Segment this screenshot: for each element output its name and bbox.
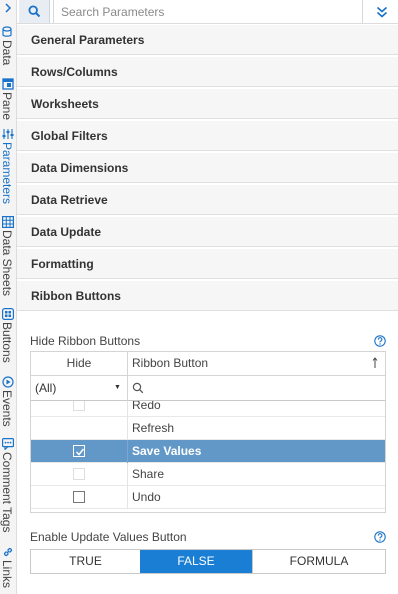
hide-cell bbox=[31, 401, 128, 417]
hide-filter-dropdown[interactable]: (All) ▼ bbox=[31, 376, 128, 401]
side-tab-data-sheets[interactable]: Data Sheets bbox=[0, 216, 17, 302]
ribbon-button-name: Redo bbox=[132, 401, 161, 412]
side-tab-links[interactable]: Links bbox=[0, 546, 17, 594]
table-row[interactable]: Share bbox=[31, 463, 385, 486]
side-tab-buttons-label: Buttons bbox=[0, 322, 14, 363]
links-icon bbox=[2, 546, 14, 558]
hide-cell bbox=[31, 417, 128, 440]
hide-cell bbox=[31, 486, 128, 509]
option-true-button[interactable]: TRUE bbox=[31, 550, 140, 573]
side-tab-pane[interactable]: Pane bbox=[0, 78, 17, 122]
ribbon-button-name: Save Values bbox=[132, 444, 202, 458]
section-general-parameters[interactable]: General Parameters bbox=[17, 24, 398, 55]
data-sheets-icon bbox=[2, 216, 15, 229]
sort-ascending-icon[interactable] bbox=[372, 357, 378, 369]
side-tab-parameters[interactable]: Parameters bbox=[0, 128, 17, 212]
ribbon-button-name: Undo bbox=[132, 490, 161, 504]
parameters-icon bbox=[2, 128, 14, 140]
option-false-button[interactable]: FALSE bbox=[140, 550, 252, 573]
column-header-hide[interactable]: Hide bbox=[31, 352, 128, 376]
section-rows-columns[interactable]: Rows/Columns bbox=[17, 56, 398, 87]
column-header-ribbon-button[interactable]: Ribbon Button bbox=[128, 352, 385, 376]
help-icon[interactable] bbox=[374, 531, 386, 543]
table-row[interactable]: Undo bbox=[31, 486, 385, 509]
hide-checkbox-checked[interactable] bbox=[73, 445, 85, 457]
checkmark-icon bbox=[75, 448, 85, 456]
hide-cell bbox=[31, 463, 128, 486]
table-row-selected[interactable]: Save Values bbox=[31, 440, 385, 463]
option-formula-button[interactable]: FORMULA bbox=[252, 550, 385, 573]
hide-checkbox[interactable] bbox=[73, 491, 85, 503]
hide-ribbon-buttons-label: Hide Ribbon Buttons bbox=[30, 334, 141, 348]
ribbon-button-filter-input[interactable] bbox=[128, 376, 385, 401]
ribbon-buttons-grid: Hide Ribbon Button (All) ▼ Redo Refresh bbox=[30, 351, 386, 513]
side-tab-comment-tags-label: Comment Tags bbox=[0, 452, 14, 533]
data-icon bbox=[2, 26, 14, 38]
events-icon bbox=[2, 376, 14, 388]
hide-filter-value: (All) bbox=[35, 381, 57, 395]
hide-cell bbox=[31, 440, 128, 463]
grid-rows: Redo Refresh Save Values Share Undo bbox=[31, 401, 385, 512]
table-row[interactable]: Redo bbox=[31, 401, 385, 417]
search-icon bbox=[132, 382, 144, 394]
side-tab-parameters-label: Parameters bbox=[0, 142, 14, 205]
side-tab-data[interactable]: Data bbox=[0, 26, 17, 72]
double-chevron-down-icon bbox=[376, 6, 388, 18]
enable-update-values-label: Enable Update Values Button bbox=[30, 530, 187, 544]
column-header-ribbon-button-label: Ribbon Button bbox=[132, 356, 209, 370]
side-tab-data-label: Data bbox=[0, 40, 14, 66]
ribbon-button-name: Refresh bbox=[132, 421, 175, 435]
side-tab-data-sheets-label: Data Sheets bbox=[0, 230, 14, 297]
buttons-icon bbox=[2, 308, 15, 321]
search-icon bbox=[28, 5, 41, 18]
hide-checkbox[interactable] bbox=[73, 401, 85, 411]
parameters-panel: General Parameters Rows/Columns Workshee… bbox=[17, 0, 398, 594]
side-tab-events[interactable]: Events bbox=[0, 376, 17, 434]
hide-checkbox[interactable] bbox=[73, 468, 85, 480]
side-tab-pane-label: Pane bbox=[0, 92, 14, 121]
side-tab-strip: Data Pane Parameters Data Sheets Buttons… bbox=[0, 0, 17, 594]
search-bar bbox=[17, 0, 398, 24]
ribbon-buttons-content: Hide Ribbon Buttons Hide Ribbon Button (… bbox=[17, 313, 398, 594]
enable-update-values-toggle: TRUE FALSE FORMULA bbox=[30, 549, 386, 574]
caret-down-icon: ▼ bbox=[114, 384, 121, 391]
section-ribbon-buttons[interactable]: Ribbon Buttons bbox=[17, 280, 398, 311]
section-formatting[interactable]: Formatting bbox=[17, 248, 398, 279]
expand-all-button[interactable] bbox=[369, 0, 396, 23]
section-global-filters[interactable]: Global Filters bbox=[17, 120, 398, 151]
side-tab-events-label: Events bbox=[0, 390, 14, 427]
ribbon-button-name: Share bbox=[132, 467, 165, 481]
section-data-retrieve[interactable]: Data Retrieve bbox=[17, 184, 398, 215]
table-row[interactable]: Refresh bbox=[31, 417, 385, 440]
search-input[interactable] bbox=[53, 0, 363, 23]
help-icon[interactable] bbox=[374, 335, 386, 347]
side-tab-links-label: Links bbox=[0, 560, 14, 589]
section-data-update[interactable]: Data Update bbox=[17, 216, 398, 247]
side-tab-comment-tags[interactable]: Comment Tags bbox=[0, 438, 17, 542]
comment-tags-icon bbox=[2, 438, 15, 451]
section-worksheets[interactable]: Worksheets bbox=[17, 88, 398, 119]
collapse-panel-icon[interactable] bbox=[2, 2, 14, 16]
pane-icon bbox=[2, 78, 14, 90]
section-data-dimensions[interactable]: Data Dimensions bbox=[17, 152, 398, 183]
side-tab-buttons[interactable]: Buttons bbox=[0, 308, 17, 374]
search-button[interactable] bbox=[19, 0, 50, 23]
